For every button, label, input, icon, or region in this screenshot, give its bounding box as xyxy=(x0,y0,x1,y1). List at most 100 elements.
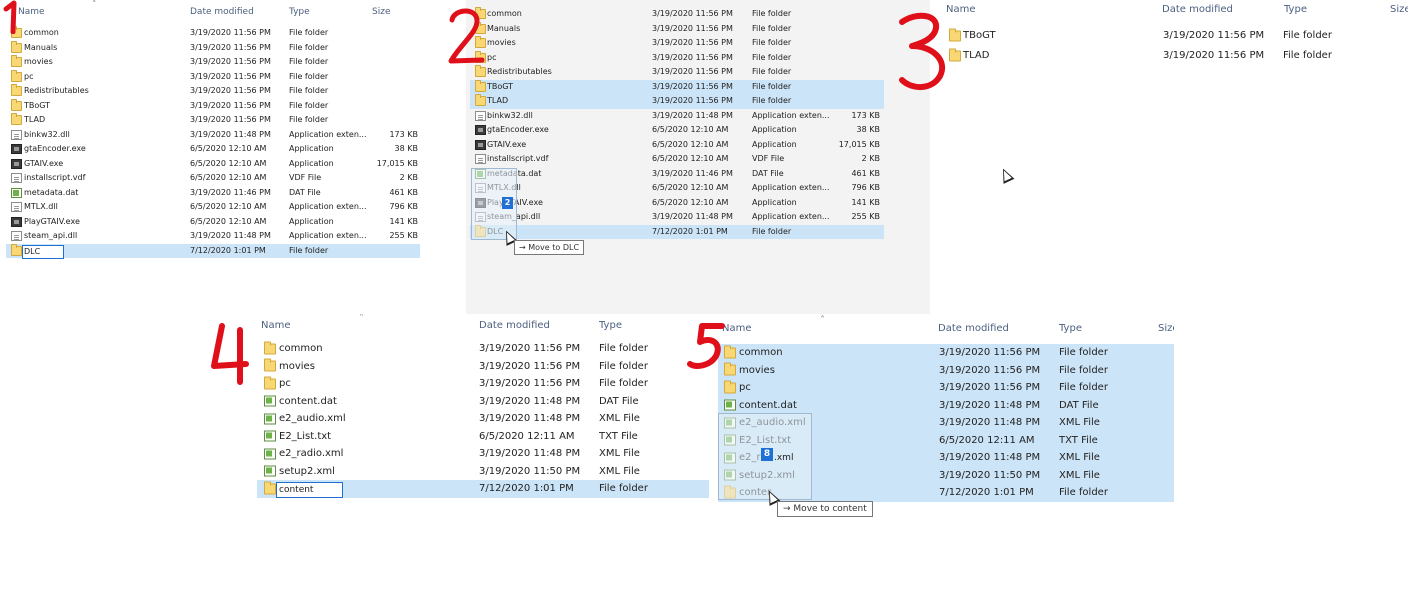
file-row[interactable]: TBoGT 3/19/2020 11:56 PM File folder xyxy=(944,26,1332,46)
file-row[interactable]: movies 3/19/2020 11:56 PM File folder xyxy=(257,358,709,376)
column-header-date[interactable]: Date modified xyxy=(1162,4,1233,15)
drag-count-badge: 2 xyxy=(502,197,513,209)
file-row[interactable]: installscript.vdf 6/5/2020 12:10 AM VDF Fi… xyxy=(6,171,420,186)
file-row[interactable]: setup2.xml 3/19/2020 11:50 PM XML File xyxy=(257,463,709,481)
file-row[interactable]: common 3/19/2020 11:56 PM File folder xyxy=(6,26,420,41)
file-date: 3/19/2020 11:56 PM xyxy=(652,38,733,47)
file-name: pc xyxy=(739,382,751,393)
file-row[interactable]: DLC7/12/2020 1:01 PMFile folder xyxy=(470,224,884,239)
column-header-name[interactable]: Name xyxy=(722,323,752,334)
file-name: pc xyxy=(24,71,34,81)
file-size: 38 KB xyxy=(394,144,418,153)
file-size: 2 KB xyxy=(399,173,418,182)
column-header-size[interactable]: Size xyxy=(372,7,390,17)
file-row[interactable]: TLAD 3/19/2020 11:56 PM File folder xyxy=(470,94,884,109)
file-row[interactable]: TBoGT 3/19/2020 11:56 PM File folder xyxy=(470,79,884,94)
file-size: 255 KB xyxy=(851,212,880,221)
file-row[interactable]: steam_api.dll3/19/2020 11:48 PMApplicati… xyxy=(6,229,420,244)
file-size: 2 KB xyxy=(861,154,880,163)
column-header-type[interactable]: Type xyxy=(599,320,622,331)
file-icon xyxy=(11,129,22,140)
file-type: File folder xyxy=(289,42,329,52)
file-row[interactable]: pc 3/19/2020 11:56 PM File folder xyxy=(470,50,884,66)
file-row[interactable]: e2_audio.xml 3/19/2020 11:48 PM XML File xyxy=(257,410,709,428)
rename-input[interactable]: DLC xyxy=(22,245,64,259)
file-name: TLAD xyxy=(963,50,990,61)
file-row[interactable]: content.dat 3/19/2020 11:48 PM DAT File xyxy=(257,393,709,411)
column-header-date[interactable]: Date modified xyxy=(190,7,254,17)
file-row[interactable]: e2_radio.xml 3/19/2020 11:48 PM XML File xyxy=(257,445,709,463)
file-icon xyxy=(11,202,22,213)
column-header-size[interactable]: Size xyxy=(1390,4,1408,15)
file-row[interactable]: MTLX.dll6/5/2020 12:10 AMApplication ext… xyxy=(470,181,884,196)
file-date: 3/19/2020 11:48 PM xyxy=(939,417,1041,428)
file-type: File folder xyxy=(1059,382,1108,393)
file-row[interactable]: PlayGTAIV.exe6/5/2020 12:10 AMApplicatio… xyxy=(6,215,420,230)
folder-icon xyxy=(724,380,736,394)
file-date: 6/5/2020 12:10 AM xyxy=(652,197,729,207)
file-row[interactable]: common 3/19/2020 11:56 PM File folder xyxy=(718,344,1174,362)
file-row[interactable]: movies 3/19/2020 11:56 PM File folder xyxy=(470,36,884,51)
file-row[interactable]: 7/12/2020 1:01 PM File folder xyxy=(6,243,420,258)
file-name: E2_List.txt xyxy=(279,430,332,442)
column-header-date[interactable]: Date modified xyxy=(479,320,550,331)
file-type: DAT File xyxy=(1059,399,1099,411)
file-date: 6/5/2020 12:10 AM xyxy=(652,125,729,134)
file-row[interactable]: GTAIV.exe 6/5/2020 12:10 AM Application 17,… xyxy=(6,157,420,172)
file-name: binkw32.dll xyxy=(487,110,533,120)
file-row[interactable]: Manuals 3/19/2020 11:56 PM File folder xyxy=(470,21,884,37)
file-date: 3/19/2020 11:56 PM xyxy=(190,86,271,95)
application-icon xyxy=(11,144,22,155)
file-type: File folder xyxy=(289,86,329,95)
file-row[interactable]: Redistributables 3/19/2020 11:56 PM File f… xyxy=(6,84,420,99)
data-file-icon xyxy=(264,413,276,425)
column-header-type[interactable]: Type xyxy=(1284,4,1307,15)
file-date: 3/19/2020 11:46 PM xyxy=(190,187,271,197)
file-row[interactable]: PlayGTAIV.exe6/5/2020 12:10 AMApplicatio… xyxy=(470,196,884,211)
data-file-icon xyxy=(264,395,276,407)
file-row[interactable]: E2_List.txt 6/5/2020 12:11 AM TXT File xyxy=(257,428,709,446)
file-row[interactable]: common 3/19/2020 11:56 PM File folder xyxy=(257,340,709,358)
file-row[interactable]: binkw32.dll 3/19/2020 11:48 PM Application… xyxy=(470,109,884,124)
file-date: 3/19/2020 11:56 PM xyxy=(652,23,733,33)
file-name: TBoGT xyxy=(24,100,51,110)
file-row[interactable]: pc 3/19/2020 11:56 PM File folder xyxy=(718,379,1174,397)
rename-input[interactable]: content xyxy=(276,482,343,498)
file-row[interactable]: GTAIV.exe 6/5/2020 12:10 AM Application 17,… xyxy=(470,138,884,153)
explorer-panel-4: Name ˄ Date modified Type common 3/19/202… xyxy=(251,314,710,604)
file-row[interactable]: gtaEncoder.exe 6/5/2020 12:10 AM Applicati… xyxy=(6,142,420,157)
file-row[interactable]: Redistributables 3/19/2020 11:56 PM File f… xyxy=(470,65,884,80)
file-row[interactable]: Manuals 3/19/2020 11:56 PM File folder xyxy=(6,40,420,56)
file-row[interactable]: pc 3/19/2020 11:56 PM File folder xyxy=(257,375,709,393)
explorer-panel-1: Name ˄ Date modified Type Size common 3/1… xyxy=(0,0,425,318)
column-header-type[interactable]: Type xyxy=(289,7,310,17)
file-row[interactable]: steam_api.dll3/19/2020 11:48 PMApplicati… xyxy=(470,210,884,225)
file-row[interactable]: pc 3/19/2020 11:56 PM File folder xyxy=(6,69,420,85)
mouse-cursor-icon xyxy=(997,166,1015,184)
file-date: 3/19/2020 11:48 PM xyxy=(479,448,581,459)
file-row[interactable]: common 3/19/2020 11:56 PM File folder xyxy=(470,7,884,22)
column-header-type[interactable]: Type xyxy=(1059,323,1082,334)
file-row[interactable]: TLAD 3/19/2020 11:56 PM File folder xyxy=(6,113,420,128)
file-row[interactable]: MTLX.dll6/5/2020 12:10 AMApplication ext… xyxy=(6,200,420,215)
sort-ascending-icon: ˄ xyxy=(92,0,97,10)
file-row[interactable]: TBoGT 3/19/2020 11:56 PM File folder xyxy=(6,98,420,114)
file-row[interactable]: movies 3/19/2020 11:56 PM File folder xyxy=(718,361,1174,379)
file-row[interactable]: installscript.vdf 6/5/2020 12:10 AM VDF Fi… xyxy=(470,152,884,167)
column-header-date[interactable]: Date modified xyxy=(938,323,1009,334)
folder-icon xyxy=(11,55,22,68)
file-date: 7/12/2020 1:01 PM xyxy=(652,226,728,236)
file-date: 6/5/2020 12:10 AM xyxy=(190,216,267,226)
file-row[interactable]: gtaEncoder.exe 6/5/2020 12:10 AM Applicati… xyxy=(470,123,884,138)
file-row[interactable]: movies 3/19/2020 11:56 PM File folder xyxy=(6,55,420,70)
file-row[interactable]: binkw32.dll 3/19/2020 11:48 PM Application… xyxy=(6,128,420,143)
column-header-size[interactable]: Size xyxy=(1158,323,1174,334)
file-row[interactable]: metadata.dat3/19/2020 11:46 PMDAT File46… xyxy=(6,186,420,201)
file-type: XML File xyxy=(599,465,640,477)
file-row[interactable]: metadata.dat3/19/2020 11:46 PMDAT File46… xyxy=(470,167,884,182)
file-row[interactable]: content.dat 3/19/2020 11:48 PM DAT File xyxy=(718,396,1174,414)
file-name: installscript.vdf xyxy=(487,154,549,163)
file-row[interactable]: TLAD 3/19/2020 11:56 PM File folder xyxy=(944,46,1332,66)
column-header-name[interactable]: Name xyxy=(261,320,291,331)
file-date: 6/5/2020 12:10 AM xyxy=(190,173,267,182)
